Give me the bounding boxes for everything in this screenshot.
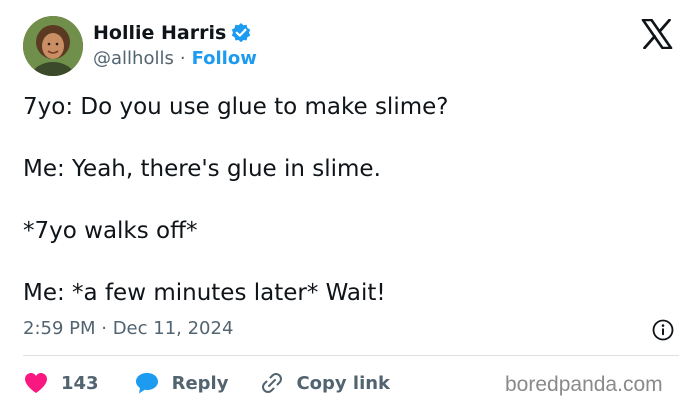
tweet-text: 7yo: Do you use glue to make slime? Me: …	[23, 92, 673, 308]
reply-label: Reply	[171, 372, 229, 394]
link-icon	[262, 373, 283, 393]
copy-link-button[interactable]: Copy link	[258, 371, 390, 395]
reply-button[interactable]: Reply	[134, 371, 229, 395]
handle-separator: ·	[179, 48, 186, 69]
tweet-timestamp[interactable]: 2:59 PM · Dec 11, 2024	[23, 318, 233, 339]
info-icon[interactable]	[652, 319, 674, 341]
divider	[23, 355, 679, 356]
reply-bubble-icon	[135, 373, 158, 394]
tweet-card: Hollie Harris @allholls · Follow 7yo: Do…	[0, 0, 700, 410]
like-count: 143	[61, 372, 99, 394]
author-name-row: Hollie Harris	[93, 21, 252, 45]
x-logo-icon[interactable]	[641, 18, 673, 50]
author-handle-row: @allholls · Follow	[93, 48, 257, 69]
action-bar: 143 Reply Copy link	[23, 369, 390, 397]
avatar[interactable]	[23, 16, 83, 76]
author-handle[interactable]: @allholls	[93, 48, 174, 69]
follow-button[interactable]: Follow	[192, 48, 257, 69]
like-button[interactable]: 143	[23, 371, 99, 395]
author-display-name[interactable]: Hollie Harris	[93, 22, 226, 44]
verified-badge-icon	[230, 22, 252, 44]
heart-icon	[25, 373, 47, 393]
tweet-line: *7yo walks off*	[23, 218, 198, 244]
copy-link-label: Copy link	[296, 372, 391, 394]
tweet-line: 7yo: Do you use glue to make slime?	[23, 94, 449, 120]
tweet-line: Me: *a few minutes later* Wait!	[23, 280, 386, 306]
tweet-line: Me: Yeah, there's glue in slime.	[23, 156, 381, 182]
watermark: boredpanda.com	[505, 373, 663, 396]
